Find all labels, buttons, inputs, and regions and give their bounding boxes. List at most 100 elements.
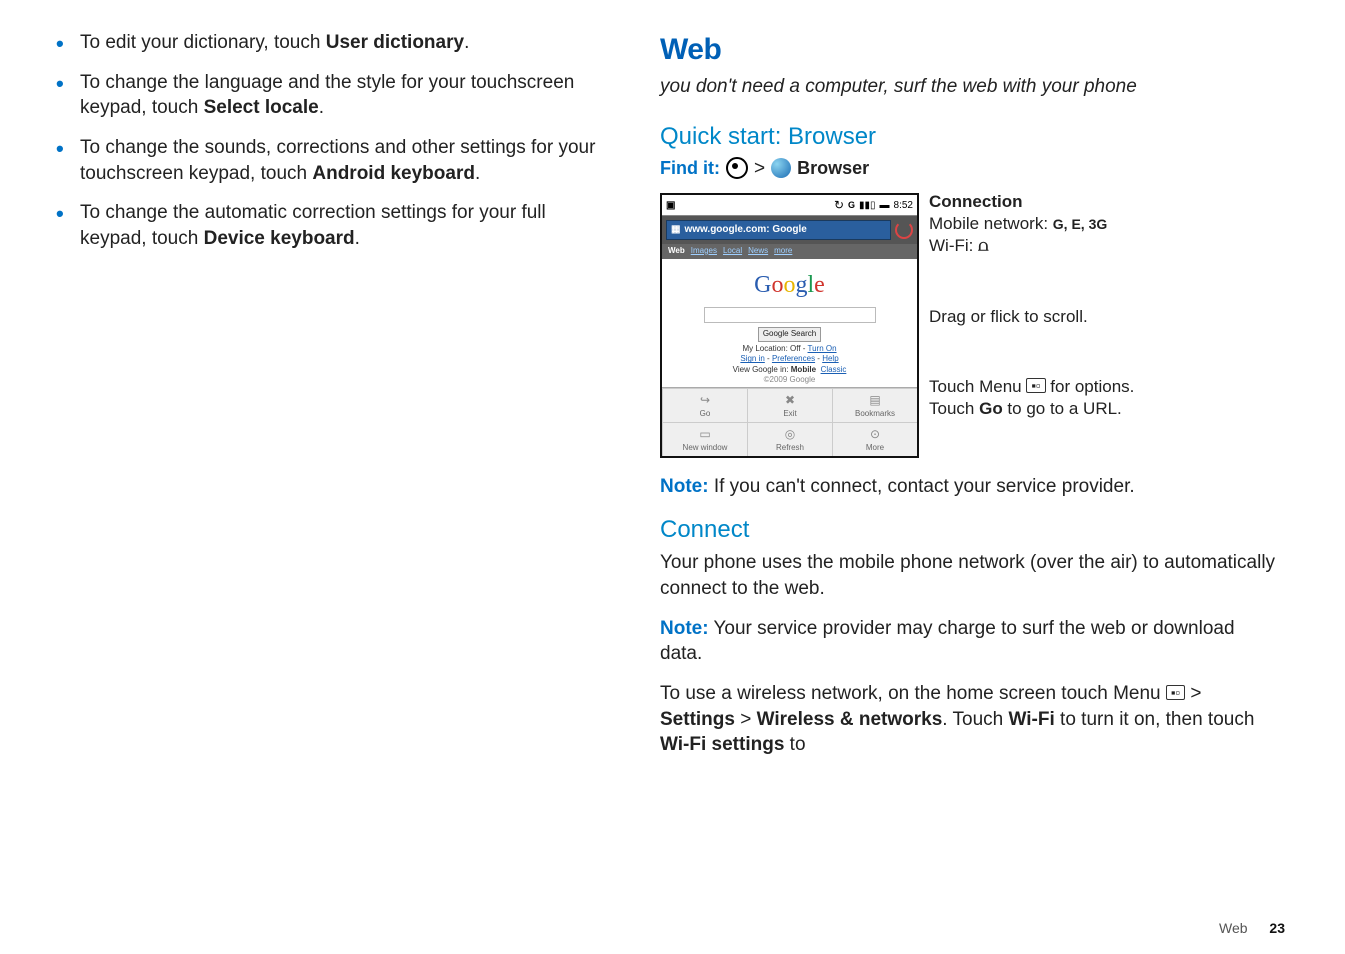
signin-link[interactable]: Sign in [740, 354, 764, 363]
mobile-network-line: Mobile network: G, E, 3G [929, 213, 1280, 235]
label: Bookmarks [855, 409, 895, 418]
options-menu: ↪Go ✖Exit ▤Bookmarks ▭New window ◎Refres… [662, 387, 917, 456]
globe-icon [771, 158, 791, 178]
new-window-icon: ▭ [665, 426, 745, 442]
address-box[interactable]: ▦ www.google.com: Google [666, 220, 891, 240]
text: . [355, 228, 360, 249]
bold-term: User dictionary [326, 32, 464, 53]
menu-refresh[interactable]: ◎Refresh [747, 422, 832, 456]
bold-term: Device keyboard [204, 228, 355, 249]
google-nav-strip: Web Images Local News more [662, 244, 917, 259]
text: My Location: Off - [742, 344, 807, 353]
network-types: G, E, 3G [1053, 216, 1107, 232]
text: View Google in: [733, 365, 791, 374]
wifi-line: Wi-Fi: ⩍ [929, 235, 1280, 258]
label: More [866, 443, 884, 452]
more-icon: ⊙ [835, 426, 915, 442]
page-footer: Web 23 [1219, 920, 1285, 936]
diagram-callouts: Connection Mobile network: G, E, 3G Wi-F… [929, 193, 1280, 458]
mobile-label: Mobile [791, 365, 816, 374]
bold-term: Android keyboard [312, 163, 475, 184]
label: New window [683, 443, 728, 452]
text: To use a wireless network, on the home s… [660, 683, 1166, 704]
menu-button-icon: ▪▫ [1166, 685, 1185, 700]
subheading-quickstart: Quick start: Browser [660, 121, 1280, 153]
callout-menu: Touch Menu ▪▫ for options. Touch Go to g… [929, 376, 1280, 420]
nav-web[interactable]: Web [668, 246, 685, 257]
favicon-icon: ▦ [671, 223, 680, 237]
search-input[interactable] [704, 307, 876, 323]
left-column: To edit your dictionary, touch User dict… [50, 30, 610, 772]
touch-menu-line: Touch Menu ▪▫ for options. [929, 376, 1280, 398]
left-bullet-list: To edit your dictionary, touch User dict… [50, 30, 610, 251]
classic-link[interactable]: Classic [821, 365, 847, 374]
bullet-user-dictionary: To edit your dictionary, touch User dict… [50, 30, 610, 56]
menu-button-icon: ▪▫ [1026, 378, 1045, 393]
preferences-link[interactable]: Preferences [772, 354, 815, 363]
text: . Touch [942, 709, 1008, 730]
bullet-device-keyboard: To change the automatic correction setti… [50, 200, 610, 251]
menu-go[interactable]: ↪Go [662, 388, 747, 422]
wifi-instructions: To use a wireless network, on the home s… [660, 681, 1280, 758]
gt-separator: > [754, 156, 765, 182]
turn-on-link[interactable]: Turn On [808, 344, 837, 353]
connect-para: Your phone uses the mobile phone network… [660, 550, 1280, 601]
text: to [784, 734, 805, 755]
note-charge: Note: Your service provider may charge t… [660, 616, 1280, 667]
text: to turn it on, then touch [1055, 709, 1255, 730]
menu-exit[interactable]: ✖Exit [747, 388, 832, 422]
status-left-icon: ▣ [666, 199, 675, 213]
nav-news[interactable]: News [748, 246, 768, 257]
bold-term: Wireless & networks [757, 709, 943, 730]
footer-section: Web [1219, 920, 1248, 936]
callout-scroll: Drag or flick to scroll. [929, 306, 1280, 328]
text: Touch [929, 399, 979, 418]
text: to go to a URL. [1003, 399, 1122, 418]
browser-label: Browser [797, 156, 869, 180]
note-label: Note: [660, 618, 709, 639]
touch-go-line: Touch Go to go to a URL. [929, 398, 1280, 420]
location-line: My Location: Off - Turn On [666, 344, 913, 354]
battery-icon: ▬ [880, 199, 890, 213]
nav-more[interactable]: more [774, 246, 792, 257]
text: . [319, 97, 324, 118]
callout-title: Connection [929, 191, 1280, 213]
find-it-line: Find it: > Browser [660, 156, 1280, 182]
copyright: ©2009 Google [666, 375, 913, 385]
refresh-icon: ◎ [750, 426, 830, 442]
nav-images[interactable]: Images [691, 246, 717, 257]
google-logo: Google [666, 269, 913, 301]
menu-bookmarks[interactable]: ▤Bookmarks [832, 388, 917, 422]
text: To change the language and the style for… [80, 72, 574, 119]
text: > [735, 709, 757, 730]
subheading-connect: Connect [660, 514, 1280, 546]
google-search-button[interactable]: Google Search [758, 327, 821, 342]
signal-icon: ▮▮▯ [859, 199, 876, 213]
bold-term: Wi-Fi [1009, 709, 1055, 730]
text: . [464, 32, 469, 53]
text: for options. [1046, 377, 1135, 396]
links-line: Sign in - Preferences - Help [666, 354, 913, 364]
section-title-web: Web [660, 30, 1280, 71]
menu-new-window[interactable]: ▭New window [662, 422, 747, 456]
note-label: Note: [660, 476, 709, 497]
loading-spinner-icon [895, 221, 913, 239]
sync-icon: ↻ [834, 197, 844, 213]
go-icon: ↪ [665, 392, 745, 408]
help-link[interactable]: Help [822, 354, 838, 363]
nav-local[interactable]: Local [723, 246, 742, 257]
clock: 8:52 [894, 199, 913, 213]
menu-more[interactable]: ⊙More [832, 422, 917, 456]
bookmarks-icon: ▤ [835, 392, 915, 408]
text: Mobile network: [929, 214, 1048, 233]
phone-mockup: ▣ ↻ G ▮▮▯ ▬ 8:52 ▦ www.google.com: Googl… [660, 193, 919, 458]
find-it-label: Find it: [660, 156, 720, 180]
target-icon [726, 157, 748, 179]
text: Touch Menu [929, 377, 1026, 396]
tagline: you don't need a computer, surf the web … [660, 75, 1280, 100]
wifi-icon: ⩍ [978, 237, 988, 258]
note-connect: Note: If you can't connect, contact your… [660, 474, 1280, 500]
status-bar: ▣ ↻ G ▮▮▯ ▬ 8:52 [662, 195, 917, 216]
url-title: www.google.com: Google [684, 223, 806, 237]
bold-term: Go [979, 399, 1003, 418]
